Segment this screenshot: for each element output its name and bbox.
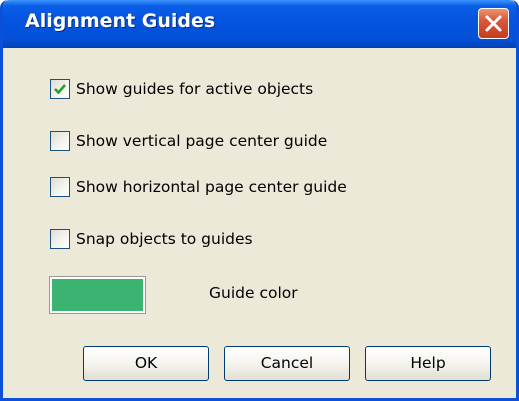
ok-button[interactable]: OK xyxy=(83,346,209,381)
snap-objects-label: Snap objects to guides xyxy=(76,230,253,248)
option-horizontal-center-guide[interactable]: Show horizontal page center guide xyxy=(50,176,347,198)
horizontal-center-checkbox[interactable] xyxy=(50,177,70,197)
show-guides-checkbox[interactable] xyxy=(50,79,70,99)
option-vertical-center-guide[interactable]: Show vertical page center guide xyxy=(50,130,327,152)
option-snap-objects[interactable]: Snap objects to guides xyxy=(50,228,253,250)
checkmark-icon xyxy=(54,84,66,95)
alignment-guides-dialog: Alignment Guides Show guides for active … xyxy=(0,0,519,401)
cancel-button[interactable]: Cancel xyxy=(224,346,350,381)
vertical-center-label: Show vertical page center guide xyxy=(76,132,328,150)
option-show-guides-active[interactable]: Show guides for active objects xyxy=(50,78,313,100)
guide-color-swatch[interactable] xyxy=(49,276,146,314)
close-button[interactable] xyxy=(478,8,509,39)
vertical-center-checkbox[interactable] xyxy=(50,131,70,151)
help-button[interactable]: Help xyxy=(365,346,491,381)
dialog-title: Alignment Guides xyxy=(25,10,216,32)
dialog-body: Show guides for active objects Show vert… xyxy=(3,48,516,398)
show-guides-label: Show guides for active objects xyxy=(76,80,314,98)
title-bar[interactable]: Alignment Guides xyxy=(3,0,516,48)
guide-color-label: Guide color xyxy=(209,284,298,302)
close-icon xyxy=(485,15,502,32)
snap-objects-checkbox[interactable] xyxy=(50,229,70,249)
horizontal-center-label: Show horizontal page center guide xyxy=(76,178,347,196)
